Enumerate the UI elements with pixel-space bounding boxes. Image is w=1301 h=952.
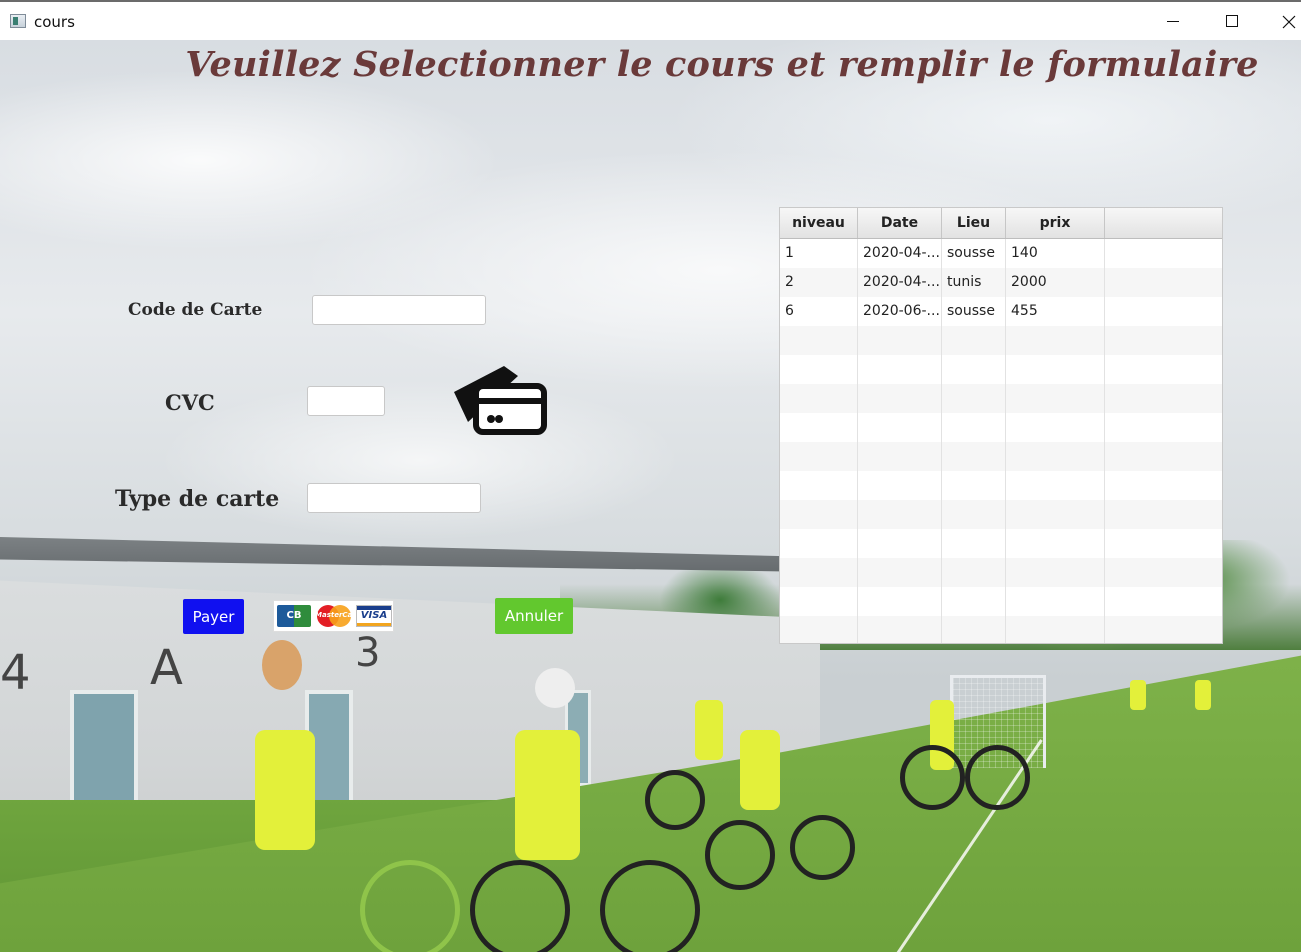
table-cell: 2000 <box>1006 268 1105 297</box>
empty-row <box>780 384 1222 413</box>
table-body: 1 2020-04-... sousse 140 2 2020-04-... t… <box>780 239 1222 643</box>
empty-row <box>780 500 1222 529</box>
table-cell: sousse <box>942 297 1006 326</box>
window-titlebar: cours <box>0 0 1301 40</box>
maximize-button[interactable] <box>1202 2 1260 40</box>
code-label: Code de Carte <box>128 300 263 320</box>
empty-row <box>780 442 1222 471</box>
cvc-label: CVC <box>165 390 215 415</box>
table-header: niveau Date Lieu prix <box>780 208 1222 239</box>
empty-row <box>780 413 1222 442</box>
empty-row <box>780 471 1222 500</box>
empty-row <box>780 326 1222 355</box>
type-label: Type de carte <box>115 486 280 512</box>
table-cell: 2020-04-... <box>858 268 942 297</box>
code-field[interactable] <box>312 295 486 325</box>
page-title: Veuillez Selectionner le cours et rempli… <box>185 44 1259 85</box>
table-cell: 1 <box>780 239 858 268</box>
table-cell: 455 <box>1006 297 1105 326</box>
empty-row <box>780 529 1222 558</box>
empty-row <box>780 558 1222 587</box>
courses-table[interactable]: niveau Date Lieu prix 1 2020-04-... sous… <box>779 207 1223 644</box>
table-cell: 6 <box>780 297 858 326</box>
table-row[interactable]: 6 2020-06-... sousse 455 <box>780 297 1222 326</box>
payment-logos: CB MasterCard VISA <box>273 600 394 632</box>
column-header-lieu[interactable]: Lieu <box>942 208 1006 238</box>
window-title: cours <box>34 13 75 31</box>
empty-row <box>780 355 1222 384</box>
cb-logo: CB <box>277 605 311 627</box>
column-header-niveau[interactable]: niveau <box>780 208 858 238</box>
credit-cards-icon <box>454 366 547 435</box>
app-icon <box>10 14 26 28</box>
type-field[interactable] <box>307 483 481 513</box>
empty-row <box>780 587 1222 616</box>
table-cell: 2020-04-... <box>858 239 942 268</box>
table-cell: 2020-06-... <box>858 297 942 326</box>
column-header-prix[interactable]: prix <box>1006 208 1105 238</box>
table-cell: tunis <box>942 268 1006 297</box>
cancel-button[interactable]: Annuler <box>495 598 573 634</box>
table-cell: sousse <box>942 239 1006 268</box>
pay-button[interactable]: Payer <box>183 599 244 634</box>
minimize-button[interactable] <box>1144 2 1202 40</box>
table-row[interactable]: 2 2020-04-... tunis 2000 <box>780 268 1222 297</box>
visa-logo: VISA <box>356 605 392 627</box>
table-cell: 140 <box>1006 239 1105 268</box>
mastercard-logo: MasterCard <box>315 605 361 627</box>
table-cell: 2 <box>780 268 858 297</box>
cvc-field[interactable] <box>307 386 385 416</box>
table-row[interactable]: 1 2020-04-... sousse 140 <box>780 239 1222 268</box>
empty-row <box>780 616 1222 643</box>
column-header-filler <box>1105 208 1222 238</box>
column-header-date[interactable]: Date <box>858 208 942 238</box>
close-icon <box>1282 15 1296 29</box>
close-button[interactable] <box>1260 2 1301 40</box>
